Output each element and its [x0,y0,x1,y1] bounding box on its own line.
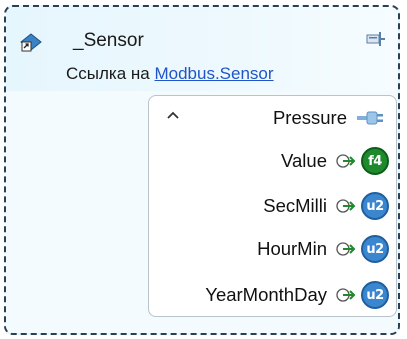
reference-row: Ссылка на Modbus.Sensor [66,64,274,84]
field-row-yearmonthday[interactable]: YearMonthDay u2 [205,278,389,312]
plug-icon [357,111,383,125]
connector-icon[interactable] [335,285,359,305]
group-row-pressure[interactable]: Pressure [273,101,389,135]
type-badge: u2 [361,281,389,309]
field-label: SecMilli [263,195,327,216]
type-badge: f4 [361,147,389,175]
type-badge: u2 [361,235,389,263]
chevron-up-icon[interactable] [163,106,183,126]
type-badge: u2 [361,192,389,220]
field-label: Value [281,150,327,171]
field-row-hourmin[interactable]: HourMin u2 [257,232,389,266]
connector-icon[interactable] [335,239,359,259]
field-row-secmilli[interactable]: SecMilli u2 [263,189,389,223]
field-label: YearMonthDay [205,284,327,305]
field-row-value[interactable]: Value f4 [281,144,389,178]
connector-icon[interactable] [335,196,359,216]
field-label: HourMin [257,238,327,259]
node-title: _Sensor [73,30,144,51]
pin-icon[interactable] [364,31,386,47]
reference-link[interactable]: Modbus.Sensor [154,64,273,83]
connector-icon[interactable] [335,151,359,171]
reference-label: Ссылка на [66,64,150,83]
class-node-icon [20,33,42,52]
properties-panel: Pressure Value f4 SecMilli u2 HourMin u2 [148,95,397,317]
group-label: Pressure [272,107,347,128]
